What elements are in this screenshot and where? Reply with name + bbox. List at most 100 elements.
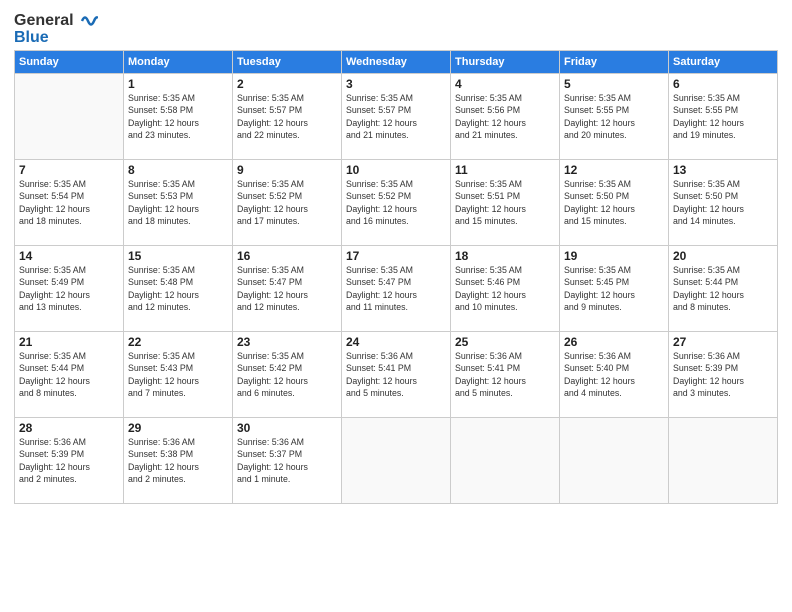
day-number: 4 [455,77,555,91]
table-row [669,418,778,504]
table-row: 7Sunrise: 5:35 AMSunset: 5:54 PMDaylight… [15,160,124,246]
day-info: Sunrise: 5:35 AMSunset: 5:52 PMDaylight:… [237,178,337,227]
day-info: Sunrise: 5:36 AMSunset: 5:38 PMDaylight:… [128,436,228,485]
table-row: 12Sunrise: 5:35 AMSunset: 5:50 PMDayligh… [560,160,669,246]
day-info: Sunrise: 5:35 AMSunset: 5:47 PMDaylight:… [237,264,337,313]
table-row: 22Sunrise: 5:35 AMSunset: 5:43 PMDayligh… [124,332,233,418]
table-row: 5Sunrise: 5:35 AMSunset: 5:55 PMDaylight… [560,74,669,160]
day-info: Sunrise: 5:35 AMSunset: 5:55 PMDaylight:… [673,92,773,141]
calendar-header-row: Sunday Monday Tuesday Wednesday Thursday… [15,51,778,74]
logo-blue: Blue [14,29,49,46]
table-row: 8Sunrise: 5:35 AMSunset: 5:53 PMDaylight… [124,160,233,246]
col-sunday: Sunday [15,51,124,74]
col-friday: Friday [560,51,669,74]
day-info: Sunrise: 5:35 AMSunset: 5:42 PMDaylight:… [237,350,337,399]
day-info: Sunrise: 5:36 AMSunset: 5:39 PMDaylight:… [673,350,773,399]
table-row: 23Sunrise: 5:35 AMSunset: 5:42 PMDayligh… [233,332,342,418]
day-number: 23 [237,335,337,349]
day-number: 14 [19,249,119,263]
table-row: 30Sunrise: 5:36 AMSunset: 5:37 PMDayligh… [233,418,342,504]
day-info: Sunrise: 5:35 AMSunset: 5:56 PMDaylight:… [455,92,555,141]
table-row [342,418,451,504]
logo-container: General Blue [14,12,98,46]
day-number: 1 [128,77,228,91]
table-row: 13Sunrise: 5:35 AMSunset: 5:50 PMDayligh… [669,160,778,246]
day-info: Sunrise: 5:35 AMSunset: 5:54 PMDaylight:… [19,178,119,227]
day-info: Sunrise: 5:35 AMSunset: 5:55 PMDaylight:… [564,92,664,141]
table-row: 9Sunrise: 5:35 AMSunset: 5:52 PMDaylight… [233,160,342,246]
table-row: 14Sunrise: 5:35 AMSunset: 5:49 PMDayligh… [15,246,124,332]
calendar-week-row: 1Sunrise: 5:35 AMSunset: 5:58 PMDaylight… [15,74,778,160]
table-row: 25Sunrise: 5:36 AMSunset: 5:41 PMDayligh… [451,332,560,418]
day-info: Sunrise: 5:35 AMSunset: 5:47 PMDaylight:… [346,264,446,313]
calendar-week-row: 7Sunrise: 5:35 AMSunset: 5:54 PMDaylight… [15,160,778,246]
table-row: 11Sunrise: 5:35 AMSunset: 5:51 PMDayligh… [451,160,560,246]
table-row: 4Sunrise: 5:35 AMSunset: 5:56 PMDaylight… [451,74,560,160]
calendar-week-row: 28Sunrise: 5:36 AMSunset: 5:39 PMDayligh… [15,418,778,504]
day-info: Sunrise: 5:35 AMSunset: 5:49 PMDaylight:… [19,264,119,313]
col-thursday: Thursday [451,51,560,74]
day-number: 9 [237,163,337,177]
day-info: Sunrise: 5:35 AMSunset: 5:58 PMDaylight:… [128,92,228,141]
day-number: 27 [673,335,773,349]
table-row: 27Sunrise: 5:36 AMSunset: 5:39 PMDayligh… [669,332,778,418]
day-info: Sunrise: 5:35 AMSunset: 5:43 PMDaylight:… [128,350,228,399]
table-row: 2Sunrise: 5:35 AMSunset: 5:57 PMDaylight… [233,74,342,160]
day-number: 6 [673,77,773,91]
day-info: Sunrise: 5:35 AMSunset: 5:50 PMDaylight:… [564,178,664,227]
day-number: 21 [19,335,119,349]
table-row: 20Sunrise: 5:35 AMSunset: 5:44 PMDayligh… [669,246,778,332]
table-row: 3Sunrise: 5:35 AMSunset: 5:57 PMDaylight… [342,74,451,160]
table-row: 26Sunrise: 5:36 AMSunset: 5:40 PMDayligh… [560,332,669,418]
day-number: 13 [673,163,773,177]
table-row: 19Sunrise: 5:35 AMSunset: 5:45 PMDayligh… [560,246,669,332]
table-row: 1Sunrise: 5:35 AMSunset: 5:58 PMDaylight… [124,74,233,160]
day-number: 15 [128,249,228,263]
calendar-table: Sunday Monday Tuesday Wednesday Thursday… [14,50,778,504]
day-number: 26 [564,335,664,349]
day-number: 28 [19,421,119,435]
logo: General Blue [14,12,98,46]
table-row: 21Sunrise: 5:35 AMSunset: 5:44 PMDayligh… [15,332,124,418]
day-number: 18 [455,249,555,263]
table-row: 29Sunrise: 5:36 AMSunset: 5:38 PMDayligh… [124,418,233,504]
day-info: Sunrise: 5:36 AMSunset: 5:41 PMDaylight:… [346,350,446,399]
day-info: Sunrise: 5:35 AMSunset: 5:44 PMDaylight:… [673,264,773,313]
day-info: Sunrise: 5:35 AMSunset: 5:46 PMDaylight:… [455,264,555,313]
col-monday: Monday [124,51,233,74]
table-row [451,418,560,504]
table-row: 24Sunrise: 5:36 AMSunset: 5:41 PMDayligh… [342,332,451,418]
day-info: Sunrise: 5:36 AMSunset: 5:39 PMDaylight:… [19,436,119,485]
logo-text: General Blue [14,12,98,46]
day-number: 29 [128,421,228,435]
day-info: Sunrise: 5:35 AMSunset: 5:52 PMDaylight:… [346,178,446,227]
day-info: Sunrise: 5:36 AMSunset: 5:41 PMDaylight:… [455,350,555,399]
day-number: 3 [346,77,446,91]
day-number: 24 [346,335,446,349]
day-number: 19 [564,249,664,263]
table-row: 18Sunrise: 5:35 AMSunset: 5:46 PMDayligh… [451,246,560,332]
day-number: 16 [237,249,337,263]
table-row: 17Sunrise: 5:35 AMSunset: 5:47 PMDayligh… [342,246,451,332]
day-info: Sunrise: 5:36 AMSunset: 5:37 PMDaylight:… [237,436,337,485]
table-row: 16Sunrise: 5:35 AMSunset: 5:47 PMDayligh… [233,246,342,332]
day-number: 20 [673,249,773,263]
day-number: 12 [564,163,664,177]
day-number: 7 [19,163,119,177]
table-row [15,74,124,160]
day-info: Sunrise: 5:35 AMSunset: 5:51 PMDaylight:… [455,178,555,227]
day-info: Sunrise: 5:35 AMSunset: 5:57 PMDaylight:… [346,92,446,141]
table-row [560,418,669,504]
table-row: 10Sunrise: 5:35 AMSunset: 5:52 PMDayligh… [342,160,451,246]
day-info: Sunrise: 5:36 AMSunset: 5:40 PMDaylight:… [564,350,664,399]
day-number: 2 [237,77,337,91]
day-info: Sunrise: 5:35 AMSunset: 5:45 PMDaylight:… [564,264,664,313]
col-wednesday: Wednesday [342,51,451,74]
day-info: Sunrise: 5:35 AMSunset: 5:48 PMDaylight:… [128,264,228,313]
day-info: Sunrise: 5:35 AMSunset: 5:53 PMDaylight:… [128,178,228,227]
day-number: 8 [128,163,228,177]
day-number: 10 [346,163,446,177]
calendar-week-row: 21Sunrise: 5:35 AMSunset: 5:44 PMDayligh… [15,332,778,418]
day-info: Sunrise: 5:35 AMSunset: 5:50 PMDaylight:… [673,178,773,227]
col-saturday: Saturday [669,51,778,74]
